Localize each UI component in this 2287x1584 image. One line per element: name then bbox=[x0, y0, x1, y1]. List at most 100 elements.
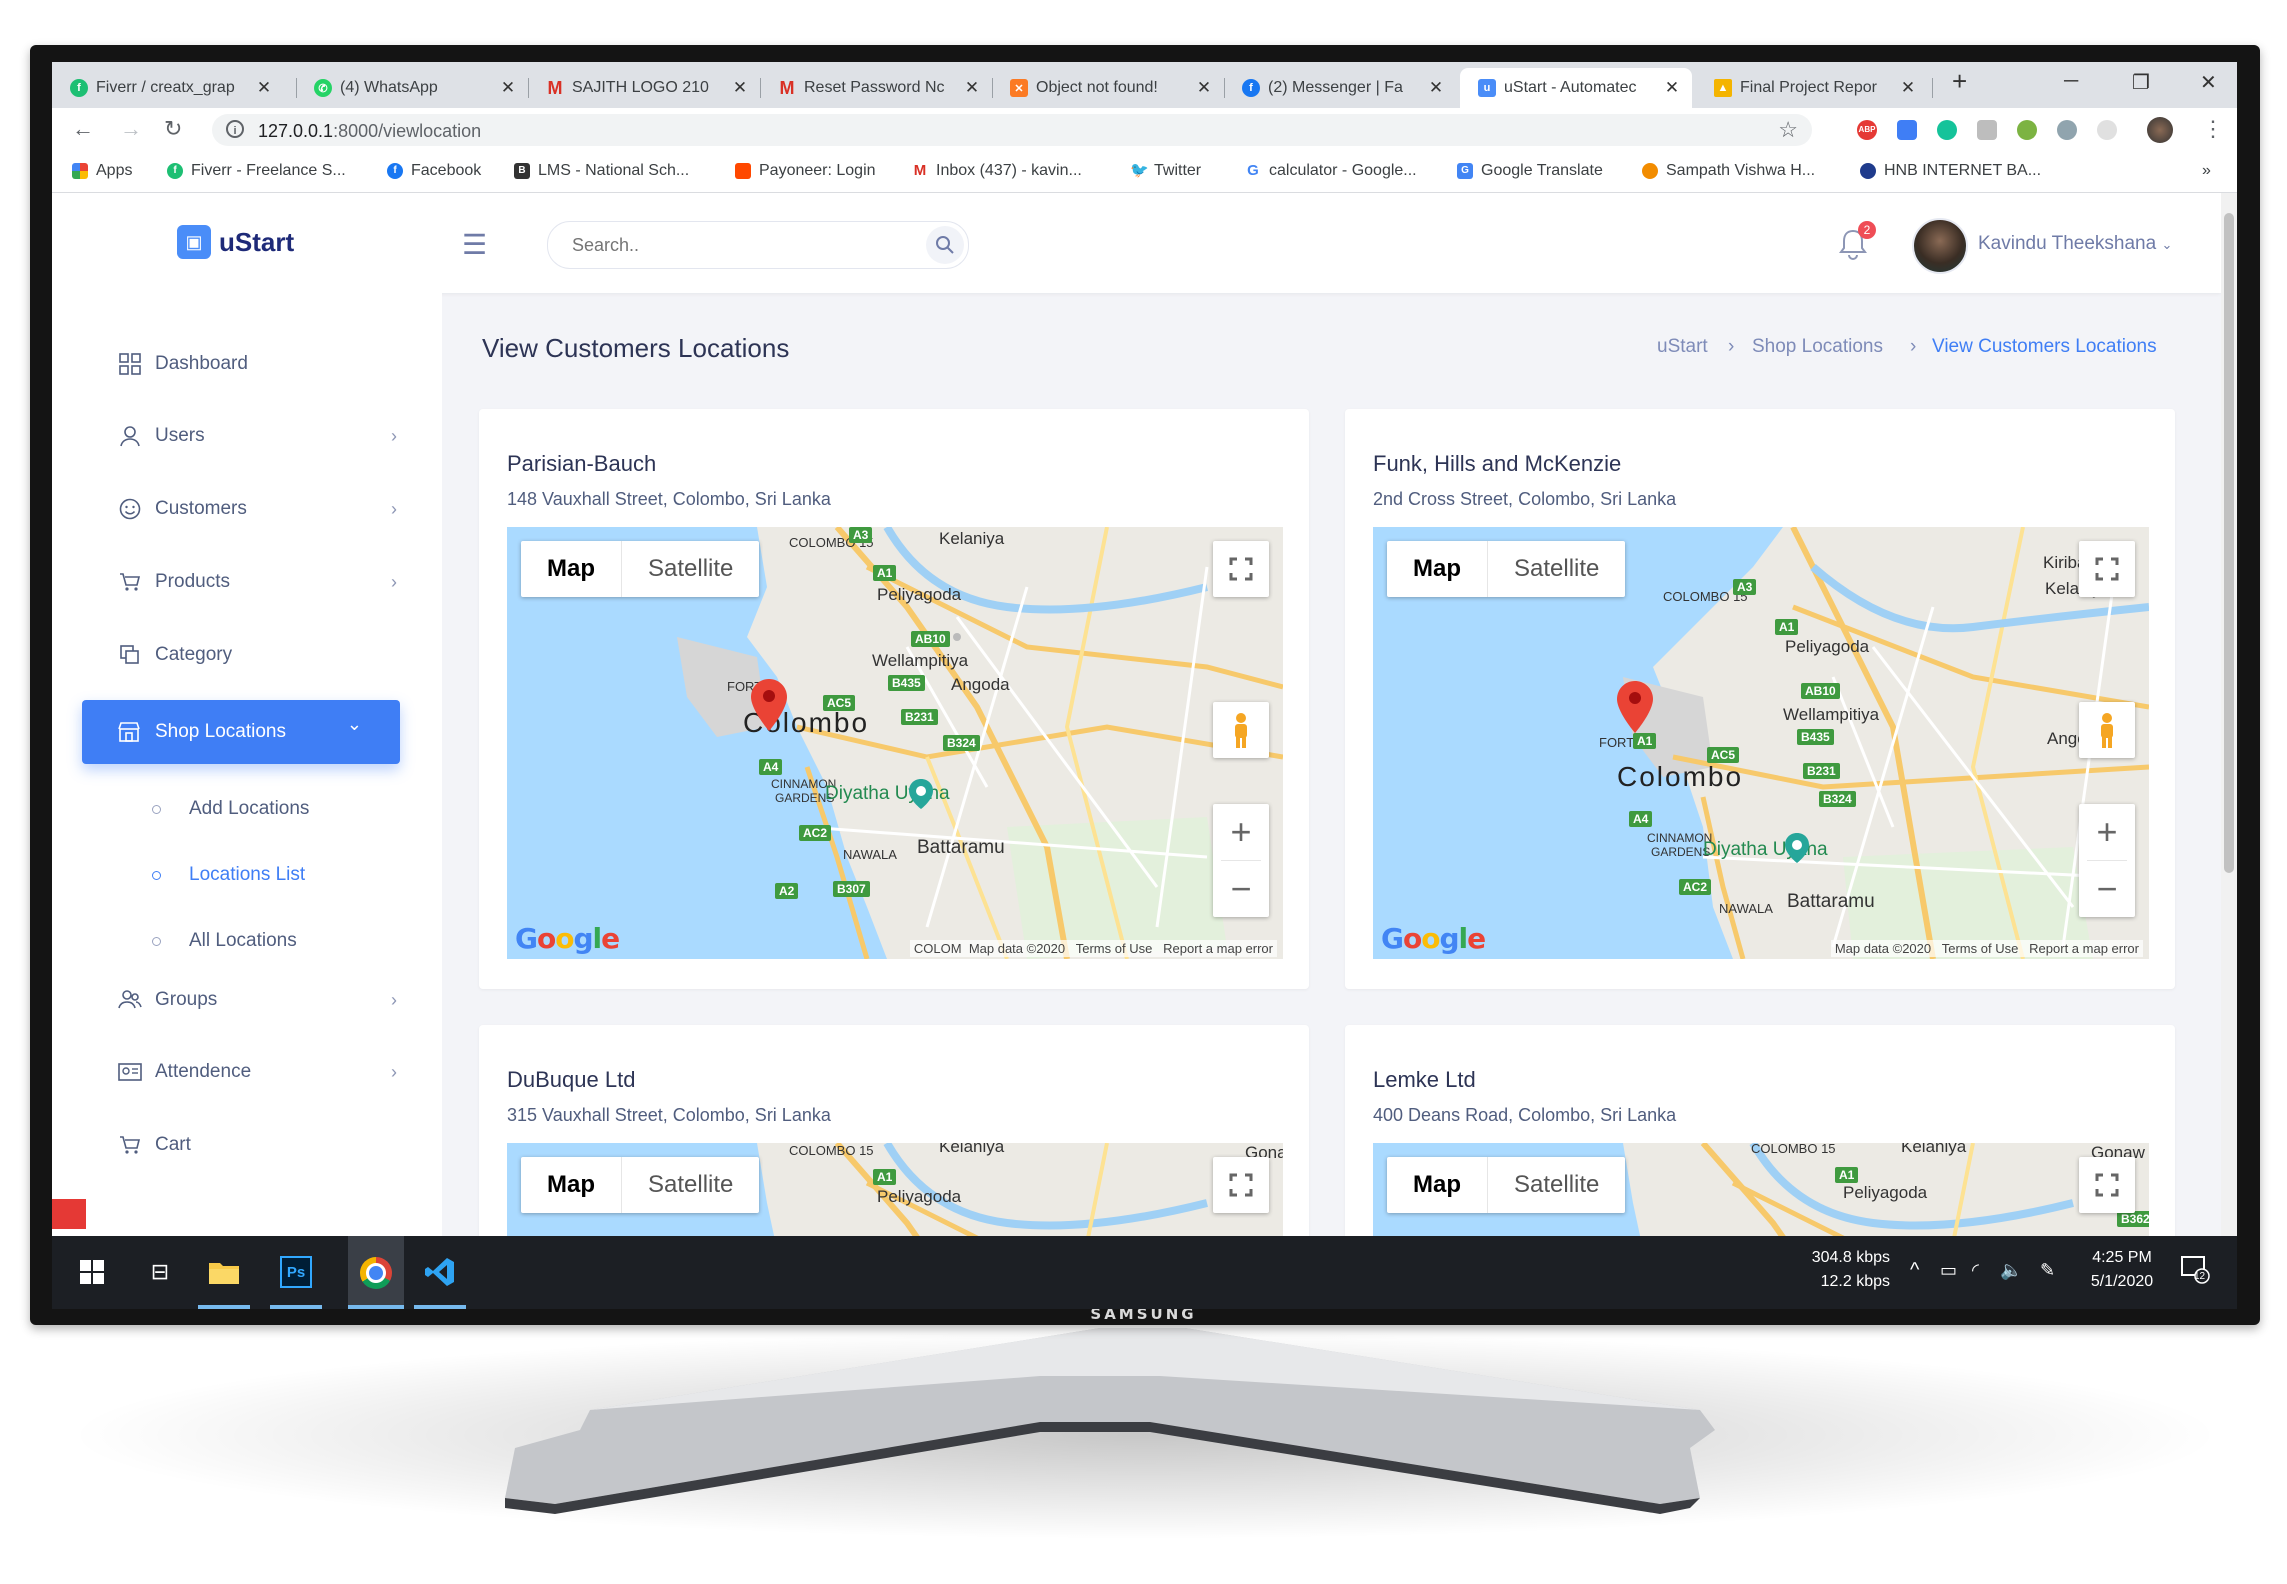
minimize-button[interactable]: ─ bbox=[2064, 70, 2078, 93]
browser-tab[interactable]: ✕ Object not found! ✕ bbox=[992, 68, 1224, 108]
extension-icon[interactable] bbox=[2017, 120, 2037, 140]
info-icon[interactable]: i bbox=[226, 120, 244, 138]
report-map-error-link[interactable]: Report a map error bbox=[1163, 941, 1273, 956]
terms-link[interactable]: Terms of Use bbox=[1942, 941, 2019, 956]
app-logo[interactable]: ▣ uStart bbox=[177, 225, 294, 259]
sidebar-item-customers[interactable]: Customers › bbox=[117, 498, 397, 520]
back-icon[interactable]: ← bbox=[72, 116, 94, 142]
bookmark-item[interactable]: HNB INTERNET BA... bbox=[1860, 162, 2041, 180]
location-pin-icon[interactable] bbox=[1617, 681, 1653, 733]
bookmark-item[interactable]: M Inbox (437) - kavin... bbox=[912, 162, 1082, 180]
photoshop-icon[interactable]: Ps bbox=[274, 1250, 318, 1294]
extension-icon[interactable] bbox=[2057, 120, 2077, 140]
map-type-satellite-button[interactable]: Satellite bbox=[1488, 541, 1625, 597]
location-map[interactable]: COLOMBO 15 Kiribatl Kelaniya Peliyagoda … bbox=[1373, 527, 2149, 959]
browser-tab[interactable]: M SAJITH LOGO 210 ✕ bbox=[528, 68, 760, 108]
new-tab-button[interactable]: + bbox=[1952, 66, 1967, 97]
address-bar[interactable]: i 127.0.0.1:8000/viewlocation ☆ bbox=[212, 114, 1812, 146]
map-type-map-button[interactable]: Map bbox=[1387, 1157, 1488, 1213]
location-pin-icon[interactable] bbox=[751, 679, 787, 731]
chrome-icon[interactable] bbox=[348, 1236, 404, 1309]
breadcrumb-item[interactable]: uStart bbox=[1657, 336, 1708, 358]
sidebar-subitem-add-locations[interactable]: Add Locations bbox=[152, 798, 309, 820]
sidebar-item-shop-locations[interactable]: Shop Locations ⌄ bbox=[82, 700, 400, 764]
maximize-button[interactable]: ❐ bbox=[2132, 70, 2150, 95]
reload-icon[interactable]: ↻ bbox=[164, 116, 182, 142]
avatar[interactable] bbox=[1912, 218, 1968, 274]
hamburger-menu-icon[interactable]: ☰ bbox=[462, 228, 487, 261]
sidebar-item-attendence[interactable]: Attendence › bbox=[117, 1061, 397, 1083]
page-scrollbar[interactable] bbox=[2221, 193, 2237, 1236]
location-map[interactable]: COLOMBO 15 Kelaniya Peliyagoda Gonaw A1 … bbox=[1373, 1143, 2149, 1236]
volume-icon[interactable]: 🔈 bbox=[2000, 1258, 2022, 1282]
bookmark-item[interactable]: f Facebook bbox=[387, 162, 481, 180]
windows-start-icon[interactable] bbox=[70, 1250, 114, 1294]
close-window-button[interactable]: ✕ bbox=[2200, 70, 2217, 95]
extension-icon[interactable] bbox=[1897, 120, 1917, 140]
file-explorer-icon[interactable] bbox=[202, 1250, 246, 1294]
fullscreen-button[interactable] bbox=[1213, 1157, 1269, 1213]
browser-tab[interactable]: f (2) Messenger | Fa ✕ bbox=[1224, 68, 1456, 108]
map-type-satellite-button[interactable]: Satellite bbox=[622, 541, 759, 597]
grammarly-icon[interactable] bbox=[1937, 120, 1957, 140]
sidebar-item-cart[interactable]: Cart bbox=[117, 1134, 397, 1156]
laravel-debug-icon[interactable] bbox=[52, 1199, 86, 1229]
map-type-map-button[interactable]: Map bbox=[1387, 541, 1488, 597]
menu-dots-icon[interactable]: ⋮ bbox=[2202, 116, 2224, 142]
bookmark-item[interactable]: Gcalculator - Google... bbox=[1245, 162, 1416, 180]
search-button[interactable] bbox=[926, 226, 964, 264]
map-type-satellite-button[interactable]: Satellite bbox=[1488, 1157, 1625, 1213]
zoom-in-button[interactable]: + bbox=[1213, 804, 1269, 860]
vscode-icon[interactable] bbox=[418, 1250, 462, 1294]
action-center-icon[interactable]: 12 bbox=[2180, 1254, 2210, 1292]
bookmark-item[interactable]: f Fiverr - Freelance S... bbox=[167, 162, 346, 180]
bookmark-item[interactable]: 🐦 Twitter bbox=[1130, 162, 1201, 180]
extension-icon[interactable] bbox=[1977, 120, 1997, 140]
pen-icon[interactable]: ✎ bbox=[2040, 1258, 2055, 1282]
browser-tab[interactable]: f Fiverr / creatx_grap ✕ bbox=[52, 68, 284, 108]
bookmark-item[interactable]: G Google Translate bbox=[1457, 162, 1603, 180]
forward-icon[interactable]: → bbox=[120, 116, 142, 142]
sidebar-item-users[interactable]: Users › bbox=[117, 425, 397, 447]
terms-link[interactable]: Terms of Use bbox=[1076, 941, 1153, 956]
street-view-button[interactable] bbox=[2079, 702, 2135, 758]
sidebar-item-groups[interactable]: Groups › bbox=[117, 989, 397, 1011]
fullscreen-button[interactable] bbox=[2079, 1157, 2135, 1213]
close-icon[interactable]: ✕ bbox=[254, 78, 274, 98]
scrollbar-thumb[interactable] bbox=[2224, 213, 2234, 873]
bookmark-item[interactable]: Sampath Vishwa H... bbox=[1642, 162, 1815, 180]
star-icon[interactable]: ☆ bbox=[1778, 117, 1798, 143]
sidebar-subitem-locations-list[interactable]: Locations List bbox=[152, 864, 305, 886]
close-icon[interactable]: ✕ bbox=[1662, 78, 1682, 98]
report-map-error-link[interactable]: Report a map error bbox=[2029, 941, 2139, 956]
clock[interactable]: 4:25 PM 5/1/2020 bbox=[2082, 1246, 2162, 1294]
location-map[interactable]: COLOMBO 15 Kelaniya Peliyagoda Wellampit… bbox=[507, 527, 1283, 959]
zoom-out-button[interactable]: − bbox=[1213, 861, 1269, 917]
sidebar-subitem-all-locations[interactable]: All Locations bbox=[152, 930, 297, 952]
location-map[interactable]: COLOMBO 15 Kelaniya Peliyagoda Gonaw A1 … bbox=[507, 1143, 1283, 1236]
close-icon[interactable]: ✕ bbox=[1194, 78, 1214, 98]
fullscreen-button[interactable] bbox=[1213, 541, 1269, 597]
search-input[interactable] bbox=[570, 234, 894, 257]
map-type-map-button[interactable]: Map bbox=[521, 1157, 622, 1213]
bookmark-item[interactable]: B LMS - National Sch... bbox=[514, 162, 689, 180]
wifi-icon[interactable]: ◜ bbox=[1972, 1258, 1979, 1282]
extension-icon[interactable] bbox=[2097, 120, 2117, 140]
sidebar-item-dashboard[interactable]: Dashboard bbox=[117, 353, 397, 375]
map-type-satellite-button[interactable]: Satellite bbox=[622, 1157, 759, 1213]
browser-tab[interactable]: ✆ (4) WhatsApp ✕ bbox=[296, 68, 528, 108]
task-view-icon[interactable]: ⊟ bbox=[138, 1250, 182, 1294]
close-icon[interactable]: ✕ bbox=[1898, 78, 1918, 98]
chevron-up-icon[interactable]: ^ bbox=[1910, 1258, 1919, 1282]
close-icon[interactable]: ✕ bbox=[962, 78, 982, 98]
browser-tab-active[interactable]: u uStart - Automatec ✕ bbox=[1460, 68, 1692, 108]
adblock-icon[interactable]: ABP bbox=[1857, 120, 1877, 140]
battery-icon[interactable]: ▭ bbox=[1940, 1258, 1957, 1282]
breadcrumb-item[interactable]: Shop Locations bbox=[1752, 336, 1883, 358]
fullscreen-button[interactable] bbox=[2079, 541, 2135, 597]
sidebar-item-category[interactable]: Category bbox=[117, 644, 397, 666]
bookmark-apps[interactable]: Apps bbox=[72, 162, 132, 180]
bookmark-item[interactable]: Payoneer: Login bbox=[735, 162, 876, 180]
browser-tab[interactable]: M Reset Password Nc ✕ bbox=[760, 68, 992, 108]
profile-avatar-icon[interactable] bbox=[2147, 117, 2173, 143]
